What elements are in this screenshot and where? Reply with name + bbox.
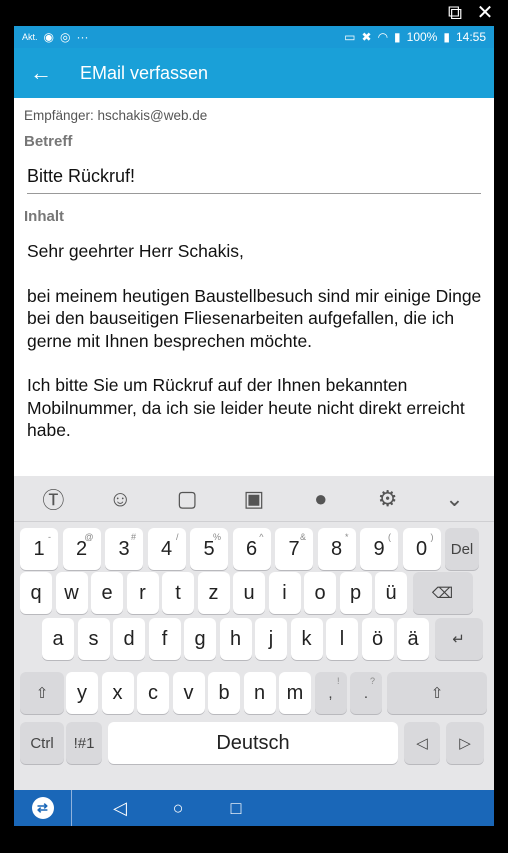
key-0[interactable]: 0) — [402, 528, 441, 570]
sticker-icon[interactable]: ▢ — [170, 482, 204, 516]
comma-key[interactable]: ,! — [314, 672, 347, 714]
window-controls: ⧉ ✕ — [444, 2, 496, 24]
key-8[interactable]: 8 * — [317, 528, 356, 570]
translate-icon[interactable]: Ⓣ — [36, 482, 70, 516]
soft-keyboard: Ⓣ ☺ ▢ ▣ ● ⚙ ⌄ 1-2 @3 #4/5% 6 ^ 7 & 8 * 9(0) Del q w e… — [14, 476, 494, 790]
key-z[interactable]: z — [197, 572, 230, 614]
cast-icon: ▭ — [344, 30, 356, 44]
nav-bar: ⇄ ◁ ○ □ — [14, 790, 494, 826]
page-title: EMail verfassen — [80, 62, 209, 83]
gear-icon[interactable]: ⚙ — [371, 482, 405, 516]
signal-icon: ▮ — [394, 30, 401, 44]
key-7[interactable]: 7 & — [275, 528, 313, 570]
phone-screen: Akt. ◉ ◎ ··· ▭ ✖ ◠ ▮ 100% ▮ 14:55 ← EMai… — [14, 26, 494, 826]
status-akt: Akt. — [22, 32, 38, 42]
key-r[interactable]: r — [126, 572, 159, 614]
key-m[interactable]: m — [279, 672, 311, 714]
mic-icon[interactable]: ● — [304, 482, 338, 516]
key-a[interactable]: a — [42, 618, 74, 660]
back-arrow-icon[interactable]: ← — [30, 60, 60, 86]
key-p[interactable]: p — [339, 572, 372, 614]
body-paragraph-2: bei meinem heutigen Baustellbesuch sind … — [27, 285, 482, 351]
key-g[interactable]: g — [184, 618, 216, 660]
nav-back-icon[interactable]: ◁ — [110, 798, 130, 819]
cursor-right-icon[interactable]: ▷ — [446, 722, 484, 764]
key-5[interactable]: 5% — [190, 528, 228, 570]
key-ö[interactable]: ö — [361, 618, 394, 660]
keyboard-toolbar: Ⓣ ☺ ▢ ▣ ● ⚙ ⌄ — [14, 476, 494, 522]
key-4[interactable]: 4/ — [147, 528, 186, 570]
close-icon[interactable]: ✕ — [474, 2, 496, 24]
shift-right-icon[interactable]: ⇧ — [387, 672, 487, 714]
compose-form: Empfänger: hschakis@web.de Betreff Bitte… — [14, 98, 494, 442]
key-v[interactable]: v — [172, 672, 205, 714]
key-y[interactable]: y — [66, 672, 98, 714]
ctrl-key[interactable]: Ctrl — [20, 722, 64, 764]
key-j[interactable]: j — [255, 618, 287, 660]
nav-recents-icon[interactable]: □ — [226, 798, 246, 819]
period-key[interactable]: .? — [350, 672, 382, 714]
shift-left-icon[interactable]: ⇧ — [20, 672, 64, 714]
key-n[interactable]: n — [243, 672, 276, 714]
nav-home-icon[interactable]: ○ — [168, 798, 188, 819]
recipient-label: Empfänger: hschakis@web.de — [24, 108, 208, 123]
body-paragraph-3: Ich bitte Sie um Rückruf auf der Ihnen b… — [27, 375, 465, 440]
key-x[interactable]: x — [101, 672, 134, 714]
status-bar: Akt. ◉ ◎ ··· ▭ ✖ ◠ ▮ 100% ▮ 14:55 — [14, 26, 494, 48]
app-bar: ← EMail verfassen — [14, 48, 494, 98]
enter-icon[interactable]: ↵ — [434, 618, 483, 660]
wifi-icon: ◠ — [377, 30, 389, 44]
key-i[interactable]: i — [268, 572, 301, 614]
key-ä[interactable]: ä — [397, 618, 429, 660]
delete-key[interactable]: Del — [445, 528, 479, 570]
mute-icon: ✖ — [361, 30, 372, 44]
clock: 14:55 — [455, 30, 486, 44]
key-o[interactable]: o — [304, 572, 336, 614]
battery-icon: ▮ — [443, 30, 450, 44]
app-frame: ⧉ ✕ Akt. ◉ ◎ ··· ▭ ✖ ◠ ▮ 100% ▮ 14:55 ← … — [0, 0, 508, 853]
key-q[interactable]: q — [20, 572, 52, 614]
key-3[interactable]: 3 # — [105, 528, 143, 570]
space-key[interactable]: Deutsch — [108, 722, 398, 764]
key-2[interactable]: 2 @ — [62, 528, 101, 570]
key-6[interactable]: 6 ^ — [232, 528, 271, 570]
cursor-left-icon[interactable]: ◁ — [404, 722, 440, 764]
external-link-icon[interactable]: ⧉ — [444, 2, 466, 24]
more-icon: ··· — [76, 30, 89, 44]
key-k[interactable]: k — [290, 618, 323, 660]
eye-icon: ◉ — [43, 30, 54, 44]
symbols-key[interactable]: !#1 — [66, 722, 102, 764]
content-label: Inhalt — [24, 208, 64, 225]
subject-label: Betreff — [24, 133, 73, 150]
backspace-icon[interactable]: ⌫ — [412, 572, 473, 614]
body-paragraph-1: Sehr geehrter Herr Schakis, — [27, 241, 244, 261]
emoji-icon[interactable]: ☺ — [103, 482, 137, 516]
sync-icon: ◎ — [60, 30, 71, 44]
chevron-down-icon[interactable]: ⌄ — [437, 482, 471, 516]
key-t[interactable]: t — [162, 572, 194, 614]
key-b[interactable]: b — [208, 672, 240, 714]
key-1[interactable]: 1- — [20, 528, 58, 570]
body-textarea[interactable]: Sehr geehrter Herr Schakis, bei meinem h… — [27, 240, 487, 442]
key-9[interactable]: 9( — [360, 528, 398, 570]
gif-icon[interactable]: ▣ — [237, 482, 271, 516]
key-h[interactable]: h — [219, 618, 252, 660]
key-s[interactable]: s — [77, 618, 110, 660]
key-c[interactable]: c — [137, 672, 169, 714]
battery-text: 100% — [406, 30, 438, 44]
key-u[interactable]: u — [233, 572, 265, 614]
key-f[interactable]: f — [148, 618, 181, 660]
key-d[interactable]: d — [113, 618, 145, 660]
subject-input[interactable]: Bitte Rückruf! — [27, 166, 481, 194]
key-l[interactable]: l — [326, 618, 358, 660]
key-ü[interactable]: ü — [375, 572, 407, 614]
teamviewer-icon[interactable]: ⇄ — [14, 790, 72, 826]
key-w[interactable]: w — [55, 572, 88, 614]
key-e[interactable]: e — [91, 572, 123, 614]
